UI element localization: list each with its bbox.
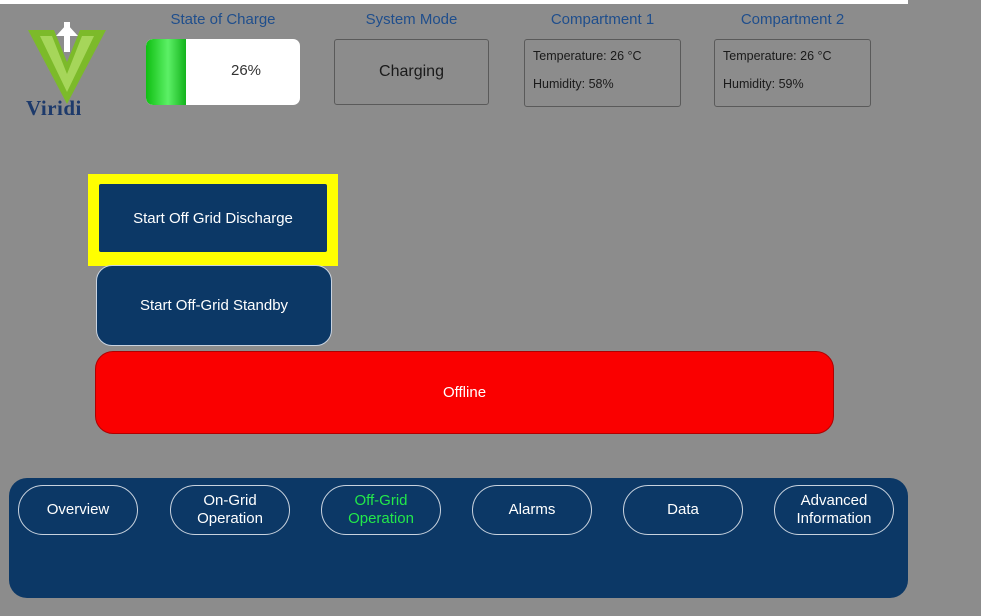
bottom-nav-bar	[9, 478, 908, 598]
soc-fill-bar	[146, 39, 187, 105]
offline-button[interactable]: Offline	[95, 351, 834, 434]
nav-alarms[interactable]: Alarms	[472, 485, 592, 535]
compartment2-label: Compartment 2	[740, 11, 845, 28]
compartment1-label: Compartment 1	[550, 11, 655, 28]
start-off-grid-discharge-button[interactable]: Start Off Grid Discharge	[99, 184, 327, 252]
compartment1-humidity: Humidity: 58%	[533, 77, 614, 91]
nav-overview[interactable]: Overview	[18, 485, 138, 535]
soc-label: State of Charge	[170, 11, 276, 28]
compartment2-box: Temperature: 26 °C Humidity: 59%	[714, 39, 871, 107]
nav-off-grid-operation[interactable]: Off-Grid Operation	[321, 485, 441, 535]
compartment1-temperature: Temperature: 26 °C	[533, 49, 642, 63]
nav-data[interactable]: Data	[623, 485, 743, 535]
system-mode-box: Charging	[334, 39, 489, 105]
compartment2-temperature: Temperature: 26 °C	[723, 49, 832, 63]
brand-name: Viridi	[26, 96, 82, 120]
compartment1-box: Temperature: 26 °C Humidity: 58%	[524, 39, 681, 107]
nav-label: Off-Grid Operation	[348, 492, 414, 527]
panel-edge	[908, 0, 981, 616]
soc-value: 26%	[230, 62, 262, 79]
compartment2-humidity: Humidity: 59%	[723, 77, 804, 91]
soc-gauge: 26%	[146, 39, 300, 105]
nav-label: Advanced Information	[796, 492, 872, 527]
nav-on-grid-operation[interactable]: On-Grid Operation	[170, 485, 290, 535]
nav-label: Overview	[46, 501, 110, 518]
system-mode-value: Charging	[379, 63, 444, 80]
nav-label: Alarms	[508, 501, 556, 518]
system-mode-label: System Mode	[365, 11, 458, 28]
nav-label: On-Grid Operation	[197, 492, 263, 527]
screen: Viridi State of Charge System Mode Compa…	[0, 0, 981, 616]
start-off-grid-standby-button[interactable]: Start Off-Grid Standby	[96, 265, 332, 346]
nav-label: Data	[667, 501, 699, 518]
nav-advanced-information[interactable]: Advanced Information	[774, 485, 894, 535]
